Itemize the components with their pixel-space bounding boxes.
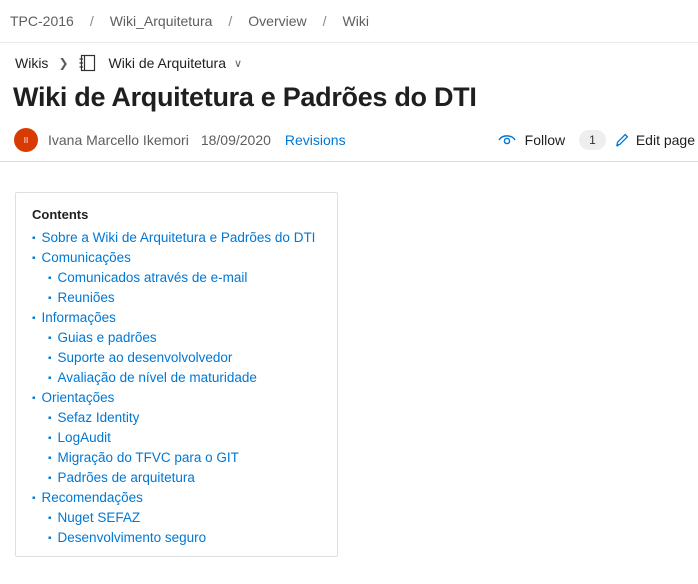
toc-item-label: Padrões de arquitetura <box>57 470 195 485</box>
toc-item-label: Reuniões <box>57 290 115 305</box>
breadcrumb-item-overview[interactable]: Overview <box>248 13 306 29</box>
toc-item[interactable]: ▪ Informações <box>32 308 337 328</box>
toc-item-label: Informações <box>41 310 116 325</box>
toc-item[interactable]: ▪ Comunicações <box>32 248 337 268</box>
breadcrumb-item-repo[interactable]: Wiki_Arquitetura <box>110 13 213 29</box>
toc-item[interactable]: ▪ Reuniões <box>32 288 337 308</box>
bullet-icon: ▪ <box>48 473 52 484</box>
bullet-icon: ▪ <box>48 413 52 424</box>
toc-item-label: Sefaz Identity <box>57 410 140 425</box>
page-actions: Follow 1 Edit page <box>498 127 695 153</box>
page-metadata: II Ivana Marcello Ikemori 18/09/2020 Rev… <box>14 127 698 153</box>
bullet-icon: ▪ <box>32 253 36 264</box>
toc-item[interactable]: ▪ Guias e padrões <box>32 328 337 348</box>
bullet-icon: ▪ <box>32 493 36 504</box>
bullet-icon: ▪ <box>48 373 52 384</box>
last-edited-date: 18/09/2020 <box>200 132 271 148</box>
wiki-selector[interactable]: Wiki de Arquitetura <box>109 55 227 71</box>
author-name: Ivana Marcello Ikemori <box>48 132 189 148</box>
follow-count-badge: 1 <box>579 130 606 150</box>
edit-page-label: Edit page <box>635 132 695 148</box>
bullet-icon: ▪ <box>48 333 52 344</box>
page-title: Wiki de Arquitetura e Padrões do DTI <box>13 82 477 112</box>
toc-item[interactable]: ▪ Orientações <box>32 388 337 408</box>
toc-item-label: Avaliação de nível de maturidade <box>57 370 257 385</box>
toc-item-label: Comunicações <box>41 250 131 265</box>
bullet-icon: ▪ <box>48 293 52 304</box>
toc-item[interactable]: ▪ Recomendações <box>32 488 337 508</box>
toc-item[interactable]: ▪ Sobre a Wiki de Arquitetura e Padrões d… <box>32 228 337 248</box>
bullet-icon: ▪ <box>48 273 52 284</box>
wiki-book-icon <box>79 54 95 72</box>
bullet-icon: ▪ <box>32 313 36 324</box>
eye-icon <box>498 135 516 145</box>
toc-item-label: Comunicados através de e-mail <box>57 270 248 285</box>
bullet-icon: ▪ <box>48 353 52 364</box>
toc-item[interactable]: ▪ Desenvolvimento seguro <box>32 528 337 548</box>
toc-item[interactable]: ▪ Padrões de arquitetura <box>32 468 337 488</box>
bullet-icon: ▪ <box>32 233 36 244</box>
bullet-icon: ▪ <box>32 393 36 404</box>
breadcrumb-item-project[interactable]: TPC-2016 <box>10 13 74 29</box>
breadcrumb-separator: / <box>89 13 94 29</box>
toc-item-label: Nuget SEFAZ <box>57 510 141 525</box>
table-of-contents: Contents ▪ Sobre a Wiki de Arquitetura e … <box>15 192 338 557</box>
toc-heading: Contents <box>32 207 89 222</box>
bullet-icon: ▪ <box>48 453 52 464</box>
header-divider <box>0 161 698 162</box>
toc-item-label: Guias e padrões <box>57 330 157 345</box>
breadcrumb: TPC-2016 / Wiki_Arquitetura / Overview /… <box>0 0 698 43</box>
bullet-icon: ▪ <box>48 433 52 444</box>
chevron-down-icon[interactable]: ∨ <box>234 57 242 70</box>
toc-item[interactable]: ▪ Sefaz Identity <box>32 408 337 428</box>
bullet-icon: ▪ <box>48 533 52 544</box>
bullet-icon: ▪ <box>48 513 52 524</box>
toc-item[interactable]: ▪ Avaliação de nível de maturidade <box>32 368 337 388</box>
toc-item-label: Recomendações <box>41 490 143 505</box>
toc-item-label: LogAudit <box>57 430 111 445</box>
follow-button[interactable]: Follow <box>525 132 565 148</box>
toc-item[interactable]: ▪ Suporte ao desenvolvolvedor <box>32 348 337 368</box>
toc-item[interactable]: ▪ Nuget SEFAZ <box>32 508 337 528</box>
toc-item-label: Suporte ao desenvolvolvedor <box>57 350 233 365</box>
avatar[interactable]: II <box>14 128 38 152</box>
breadcrumb-separator: / <box>228 13 233 29</box>
toc-item-label: Orientações <box>41 390 115 405</box>
pencil-icon <box>615 133 629 147</box>
toc-item-label: Migração do TFVC para o GIT <box>57 450 239 465</box>
revisions-link[interactable]: Revisions <box>285 132 346 148</box>
wikis-link[interactable]: Wikis <box>15 55 48 71</box>
chevron-right-icon: ❯ <box>58 56 69 70</box>
toc-item[interactable]: ▪ Migração do TFVC para o GIT <box>32 448 337 468</box>
toc-list: ▪ Sobre a Wiki de Arquitetura e Padrões d… <box>32 228 337 548</box>
breadcrumb-item-wiki[interactable]: Wiki <box>343 13 369 29</box>
edit-page-button[interactable]: Edit page <box>614 132 695 148</box>
toc-item[interactable]: ▪ Comunicados através de e-mail <box>32 268 337 288</box>
toc-item[interactable]: ▪ LogAudit <box>32 428 337 448</box>
wiki-navigation: Wikis ❯ Wiki de Arquitetura ∨ <box>15 52 242 74</box>
toc-item-label: Sobre a Wiki de Arquitetura e Padrões do… <box>41 230 316 245</box>
toc-item-label: Desenvolvimento seguro <box>57 530 207 545</box>
breadcrumb-separator: / <box>322 13 327 29</box>
